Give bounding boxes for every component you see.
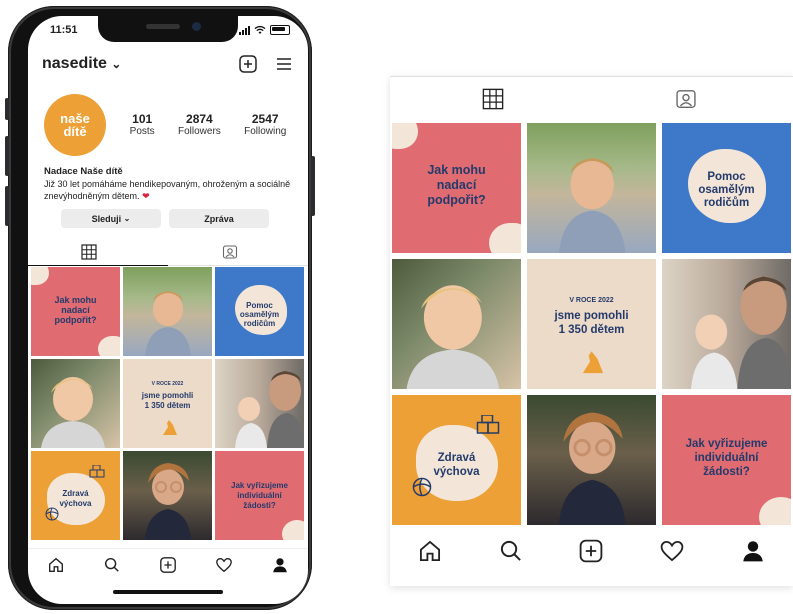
post-caption: Zdravá výchova [59, 489, 92, 508]
photo-content [235, 371, 304, 448]
status-time: 11:51 [50, 24, 78, 36]
photo-content [145, 291, 191, 356]
post-tile-3[interactable]: Pomoc osamělým rodičům [662, 123, 791, 253]
rocking-horse-icon [163, 420, 177, 435]
photo-content [41, 377, 105, 448]
tagged-icon[interactable] [222, 244, 238, 260]
volume-down-button [5, 186, 9, 226]
photo-father-baby[interactable] [215, 359, 304, 448]
avatar[interactable]: naše dítě [44, 94, 106, 156]
profile-actions: Sleduji ⌄ Zpráva [61, 209, 269, 228]
post-caption: jsme pomohli 1 350 dětem [554, 310, 629, 336]
rocking-horse-icon [582, 351, 604, 374]
search-icon[interactable] [498, 538, 524, 564]
post-tile-7[interactable]: Zdravá výchova [31, 451, 120, 540]
power-button [311, 156, 315, 216]
home-icon[interactable] [417, 538, 443, 564]
ball-icon [412, 477, 432, 497]
profile-stats: 101 Posts 2874 Followers 2547 Following [118, 112, 298, 137]
post-tile-5[interactable]: V ROCE 2022 jsme pomohli 1 350 dětem [123, 359, 212, 448]
signal-icon [239, 25, 250, 35]
post-caption-small: V ROCE 2022 [569, 297, 614, 304]
profile-header: nasedite ⌄ [42, 54, 294, 78]
photo-content [558, 158, 626, 253]
enlarged-grid-panel: Jak mohu nadací podpořit? Pomoc osamělým… [390, 76, 793, 586]
post-grid-large: Jak mohu nadací podpořit? Pomoc osamělým… [392, 123, 791, 525]
profile-icon[interactable] [271, 556, 289, 574]
post-caption: Jak vyřizujeme individuální žádosti? [685, 438, 768, 478]
post-tile-9[interactable]: Jak vyřizujeme individuální žádosti? [215, 451, 304, 540]
photo-father-baby[interactable] [662, 259, 791, 389]
post-tile-1[interactable]: Jak mohu nadací podpořit? [392, 123, 521, 253]
bio-text: Již 30 let pomáháme hendikepovaným, ohro… [44, 179, 291, 201]
message-button[interactable]: Zpráva [169, 209, 269, 228]
profile-icon[interactable] [740, 538, 766, 564]
photo-content [406, 285, 500, 389]
photo-boy-outdoor[interactable] [527, 123, 656, 253]
post-grid: Jak mohu nadací podpořit? Pomoc osamělým… [31, 267, 305, 540]
photo-content [145, 463, 191, 540]
post-tile-1[interactable]: Jak mohu nadací podpořit? [31, 267, 120, 356]
add-icon[interactable] [159, 556, 177, 574]
home-indicator [113, 590, 223, 594]
grid-icon[interactable] [81, 244, 97, 260]
home-icon[interactable] [47, 556, 65, 574]
mute-switch [5, 98, 9, 120]
photo-child-smiling[interactable] [31, 359, 120, 448]
photo-content [690, 276, 791, 389]
post-tile-7[interactable]: Zdravá výchova [392, 395, 521, 525]
abc-blocks-icon [89, 465, 105, 478]
post-caption: Jak mohu nadací podpořit? [427, 163, 486, 207]
heart-emoji-icon: ❤ [142, 191, 150, 201]
stat-following[interactable]: 2547 Following [244, 112, 286, 137]
post-caption: Zdravá výchova [433, 452, 480, 478]
bio: Nadace Naše dítě Již 30 let pomáháme hen… [44, 166, 294, 202]
add-post-icon[interactable] [238, 54, 258, 74]
profile-tabs [28, 239, 308, 266]
post-caption: Pomoc osamělým rodičům [239, 301, 280, 328]
photo-girl-glasses-gesture[interactable] [527, 395, 656, 525]
bottom-nav [28, 548, 308, 581]
wifi-icon [254, 25, 266, 34]
post-tile-5[interactable]: V ROCE 2022 jsme pomohli 1 350 dětem [527, 259, 656, 389]
stat-posts[interactable]: 101 Posts [130, 112, 155, 137]
post-caption-small: V ROCE 2022 [151, 381, 184, 387]
active-tab-indicator [28, 265, 168, 266]
avatar-text-line2: dítě [63, 124, 87, 139]
abc-blocks-icon [476, 415, 500, 434]
post-caption: Pomoc osamělým rodičům [698, 171, 755, 209]
bio-name: Nadace Naše dítě [44, 166, 123, 177]
ball-icon [45, 507, 59, 521]
photo-content [558, 412, 626, 525]
stat-followers[interactable]: 2874 Followers [178, 112, 221, 137]
heart-icon[interactable] [659, 538, 685, 564]
photo-girl-glasses-gesture[interactable] [123, 451, 212, 540]
grid-icon[interactable] [482, 88, 504, 110]
bottom-nav-large [390, 529, 793, 573]
hamburger-menu-icon[interactable] [274, 54, 294, 74]
status-bar: 11:51 [28, 24, 308, 40]
post-tile-3[interactable]: Pomoc osamělým rodičům [215, 267, 304, 356]
post-caption: Jak vyřizujeme individuální žádosti? [231, 481, 288, 510]
add-icon[interactable] [578, 538, 604, 564]
post-caption: Jak mohu nadací podpořit? [54, 295, 97, 325]
post-tile-9[interactable]: Jak vyřizujeme individuální žádosti? [662, 395, 791, 525]
photo-boy-outdoor[interactable] [123, 267, 212, 356]
search-icon[interactable] [103, 556, 121, 574]
photo-child-smiling[interactable] [392, 259, 521, 389]
tagged-icon[interactable] [674, 88, 698, 110]
battery-icon [270, 25, 290, 35]
username-dropdown[interactable]: nasedite ⌄ [42, 55, 121, 73]
phone-screen: 11:51 nasedite ⌄ naše dítě 101 Posts 2874… [28, 16, 308, 604]
post-caption: jsme pomohli 1 350 dětem [141, 391, 194, 410]
volume-up-button [5, 136, 9, 176]
follow-button[interactable]: Sleduji ⌄ [61, 209, 161, 228]
heart-icon[interactable] [215, 556, 233, 574]
